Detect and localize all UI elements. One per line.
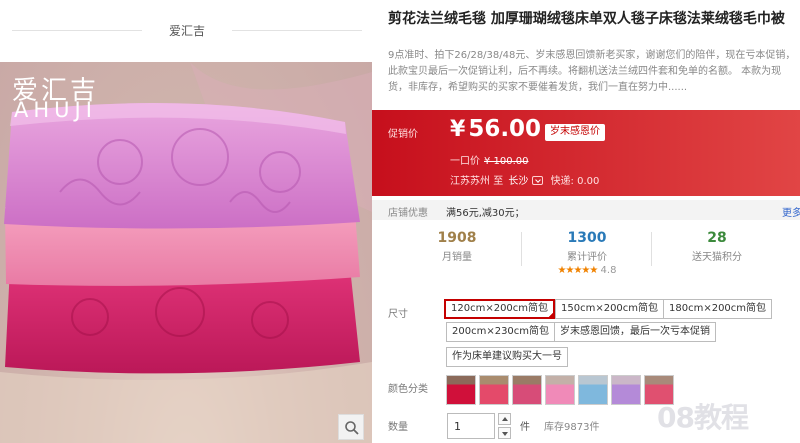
chevron-down-icon[interactable] <box>532 175 544 185</box>
star-icon: ★★★★★ <box>557 265 599 276</box>
quantity-input[interactable] <box>447 413 495 439</box>
product-info-panel: 剪花法兰绒毛毯 加厚珊瑚绒毯床单双人毯子床毯法莱绒毯毛巾被 9点准时、拍下26/… <box>372 0 800 443</box>
price-box: 促销价 ¥56.00 岁末感恩价 一口价 ¥ 100.00 江苏苏州 至 长沙 快… <box>372 110 800 196</box>
monthly-sales: 1908 月销量 <box>392 224 522 278</box>
color-swatch-4[interactable] <box>545 375 575 405</box>
size-label: 尺寸 <box>388 309 408 320</box>
option-promo-notice[interactable]: 岁末感恩回馈，最后一次亏本促销 <box>554 322 716 342</box>
tmall-points: 28 送天猫积分 <box>692 230 742 263</box>
quantity-unit: 件 <box>520 422 530 433</box>
quantity-decrease-button[interactable] <box>498 427 511 439</box>
stock-count: 库存9873件 <box>544 422 600 433</box>
current-price: ¥56.00 <box>450 116 542 142</box>
divider <box>232 30 362 31</box>
search-icon <box>345 421 359 435</box>
main-product-image[interactable]: 爱汇吉 AHUJI <box>0 62 372 443</box>
coupon-text: 满56元,减30元； <box>446 208 525 219</box>
shop-coupon-row: 店铺优惠 满56元,减30元； 更多 <box>372 200 800 220</box>
rating-stars: ★★★★★ 4.8 <box>557 265 617 276</box>
brand-logo: 爱汇吉 AHUJI <box>12 76 100 122</box>
original-price: 一口价 ¥ 100.00 <box>450 156 529 167</box>
color-label: 颜色分类 <box>388 384 428 395</box>
color-swatch-6[interactable] <box>611 375 641 405</box>
watermark: 08教程 <box>657 401 749 434</box>
size-option-200x230[interactable]: 200cm×230cm简包 <box>446 322 556 342</box>
review-count[interactable]: 1300 累计评价 ★★★★★ 4.8 <box>522 224 652 278</box>
size-option-180x200[interactable]: 180cm×200cm简包 <box>663 299 773 319</box>
shop-name[interactable]: 爱汇吉 <box>142 22 232 39</box>
color-swatch-3[interactable] <box>512 375 542 405</box>
color-swatch-5[interactable] <box>578 375 608 405</box>
product-title: 剪花法兰绒毛毯 加厚珊瑚绒毯床单双人毯子床毯法莱绒毯毛巾被 <box>388 11 785 27</box>
stats-row: 1908 月销量 1300 累计评价 ★★★★★ 4.8 28 送天猫积分 <box>372 224 800 280</box>
shop-header: 爱汇吉 <box>0 0 372 62</box>
shipping-row: 江苏苏州 至 长沙 快递: 0.00 <box>450 175 600 187</box>
quantity-label: 数量 <box>388 422 408 433</box>
promo-badge: 岁末感恩价 <box>545 124 605 141</box>
color-swatch-2[interactable] <box>479 375 509 405</box>
more-coupons-link[interactable]: 更多 <box>782 204 800 219</box>
size-option-120x200[interactable]: 120cm×200cm简包 <box>444 299 556 319</box>
size-option-150x200[interactable]: 150cm×200cm简包 <box>555 299 665 319</box>
color-swatch-1[interactable] <box>446 375 476 405</box>
product-description: 9点准时、拍下26/28/38/48元、岁末感恩回馈新老买家，谢谢您们的陪伴，现… <box>388 50 796 93</box>
zoom-button[interactable] <box>338 414 364 440</box>
option-size-advice[interactable]: 作为床单建议购买大一号 <box>446 347 568 367</box>
quantity-increase-button[interactable] <box>498 413 511 425</box>
price-label: 促销价 <box>388 129 418 140</box>
destination-select[interactable]: 长沙 <box>508 176 528 187</box>
divider <box>12 30 142 31</box>
shipping-fee: 快递: 0.00 <box>550 176 600 187</box>
